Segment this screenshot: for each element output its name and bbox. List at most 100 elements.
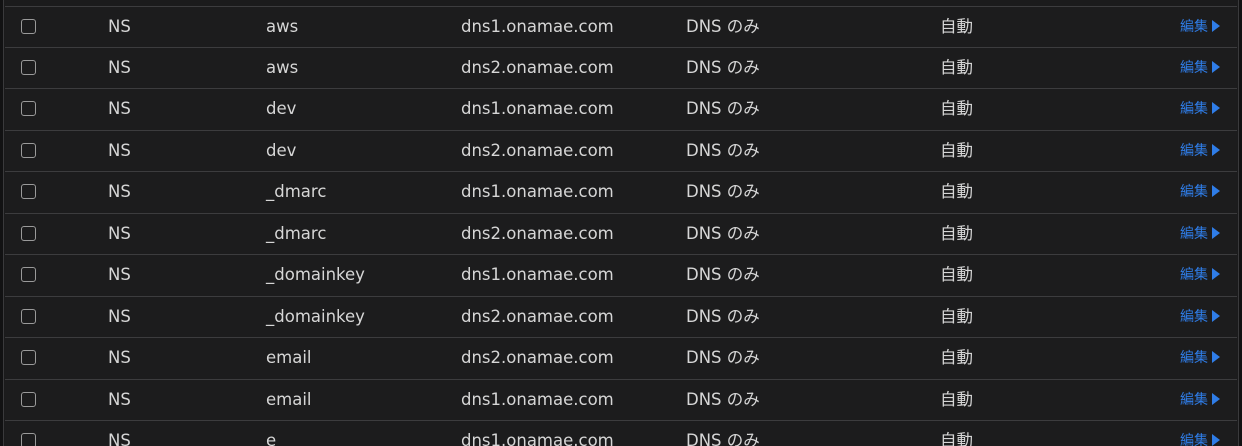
row-select-checkbox[interactable] bbox=[21, 184, 36, 199]
row-select-checkbox[interactable] bbox=[21, 433, 36, 446]
record-ttl: 自動 bbox=[940, 17, 973, 36]
row-select-checkbox[interactable] bbox=[21, 391, 36, 407]
edit-label: 編集 bbox=[1180, 184, 1208, 200]
record-type: NS bbox=[108, 99, 131, 118]
edit-link[interactable]: 編集 bbox=[1180, 48, 1220, 88]
record-host: aws bbox=[266, 57, 299, 77]
edit-link[interactable]: 編集 bbox=[1180, 338, 1220, 378]
record-value: dns1.onamae.com bbox=[461, 182, 614, 201]
edit-link[interactable]: 編集 bbox=[1180, 421, 1220, 446]
record-type: NS bbox=[108, 348, 131, 367]
row-select-checkbox[interactable] bbox=[21, 142, 36, 158]
record-host: _domainkey bbox=[266, 265, 365, 284]
record-value: dns1.onamae.com bbox=[461, 389, 614, 409]
table-row: NS dev dns2.onamae.com DNS のみ 自動 編集 bbox=[5, 130, 1237, 172]
record-host: dev bbox=[266, 99, 297, 118]
row-select-checkbox[interactable] bbox=[21, 350, 36, 365]
record-value: dns1.onamae.com bbox=[461, 431, 614, 446]
edit-link[interactable]: 編集 bbox=[1180, 380, 1220, 420]
edit-link[interactable]: 編集 bbox=[1180, 255, 1220, 295]
edit-link[interactable]: 編集 bbox=[1180, 214, 1220, 254]
table-row: NS _dmarc dns2.onamae.com DNS のみ 自動 編集 bbox=[5, 213, 1237, 255]
record-service: DNS のみ bbox=[686, 182, 760, 201]
table-row: NS _domainkey dns2.onamae.com DNS のみ 自動 … bbox=[5, 296, 1237, 338]
play-arrow-icon bbox=[1212, 351, 1220, 363]
record-ttl: 自動 bbox=[940, 223, 973, 243]
record-type: NS bbox=[108, 140, 131, 160]
edit-label: 編集 bbox=[1180, 350, 1208, 366]
table-row: NS aws dns1.onamae.com DNS のみ 自動 編集 bbox=[5, 6, 1237, 48]
record-ttl: 自動 bbox=[940, 99, 973, 118]
play-arrow-icon bbox=[1212, 434, 1220, 446]
record-value: dns1.onamae.com bbox=[461, 265, 614, 284]
record-value: dns2.onamae.com bbox=[461, 140, 614, 160]
play-arrow-icon bbox=[1212, 268, 1220, 280]
record-host: _domainkey bbox=[266, 306, 365, 326]
record-service: DNS のみ bbox=[686, 140, 760, 160]
record-type: NS bbox=[108, 431, 131, 446]
record-ttl: 自動 bbox=[940, 182, 973, 201]
edit-link[interactable]: 編集 bbox=[1180, 172, 1220, 212]
play-arrow-icon bbox=[1212, 226, 1220, 239]
record-service: DNS のみ bbox=[686, 265, 760, 284]
play-arrow-icon bbox=[1212, 20, 1220, 32]
record-ttl: 自動 bbox=[940, 57, 973, 77]
record-host: _dmarc bbox=[266, 182, 327, 201]
record-service: DNS のみ bbox=[686, 223, 760, 243]
record-host: e bbox=[266, 431, 277, 446]
record-host: dev bbox=[266, 140, 297, 160]
record-value: dns1.onamae.com bbox=[461, 99, 614, 118]
record-host: email bbox=[266, 389, 312, 409]
record-ttl: 自動 bbox=[940, 431, 973, 446]
row-select-checkbox[interactable] bbox=[21, 101, 36, 116]
record-service: DNS のみ bbox=[686, 57, 760, 77]
row-select-checkbox[interactable] bbox=[21, 59, 36, 75]
record-type: NS bbox=[108, 57, 131, 77]
edit-link[interactable]: 編集 bbox=[1180, 7, 1220, 47]
record-service: DNS のみ bbox=[686, 306, 760, 326]
row-select-checkbox[interactable] bbox=[21, 267, 36, 282]
edit-label: 編集 bbox=[1180, 391, 1208, 408]
record-value: dns2.onamae.com bbox=[461, 348, 614, 367]
edit-label: 編集 bbox=[1180, 267, 1208, 283]
play-arrow-icon bbox=[1212, 102, 1220, 114]
edit-label: 編集 bbox=[1180, 225, 1208, 242]
record-host: aws bbox=[266, 17, 299, 36]
edit-label: 編集 bbox=[1180, 19, 1208, 35]
edit-label: 編集 bbox=[1180, 59, 1208, 76]
row-select-checkbox[interactable] bbox=[21, 308, 36, 324]
play-arrow-icon bbox=[1212, 309, 1220, 322]
edit-label: 編集 bbox=[1180, 142, 1208, 159]
record-type: NS bbox=[108, 306, 131, 326]
table-frame-left bbox=[0, 0, 4, 446]
dns-records-table: NS aws dns1.onamae.com DNS のみ 自動 編集 NS a… bbox=[0, 0, 1242, 446]
record-service: DNS のみ bbox=[686, 17, 760, 36]
record-service: DNS のみ bbox=[686, 99, 760, 118]
table-frame-right bbox=[1238, 0, 1242, 446]
edit-link[interactable]: 編集 bbox=[1180, 297, 1220, 337]
table-row: NS e dns1.onamae.com DNS のみ 自動 編集 bbox=[5, 421, 1237, 446]
record-type: NS bbox=[108, 265, 131, 284]
table-row: NS aws dns2.onamae.com DNS のみ 自動 編集 bbox=[5, 47, 1237, 89]
table-row: NS email dns2.onamae.com DNS のみ 自動 編集 bbox=[5, 338, 1237, 380]
record-host: email bbox=[266, 348, 312, 367]
record-value: dns2.onamae.com bbox=[461, 223, 614, 243]
play-arrow-icon bbox=[1212, 60, 1220, 73]
play-arrow-icon bbox=[1212, 143, 1220, 156]
play-arrow-icon bbox=[1212, 185, 1220, 197]
record-value: dns2.onamae.com bbox=[461, 306, 614, 326]
edit-link[interactable]: 編集 bbox=[1180, 131, 1220, 171]
table-row: NS email dns1.onamae.com DNS のみ 自動 編集 bbox=[5, 379, 1237, 421]
record-value: dns1.onamae.com bbox=[461, 17, 614, 36]
row-select-checkbox[interactable] bbox=[21, 19, 36, 34]
table-row: NS dev dns1.onamae.com DNS のみ 自動 編集 bbox=[5, 89, 1237, 131]
record-type: NS bbox=[108, 223, 131, 243]
play-arrow-icon bbox=[1212, 392, 1220, 405]
row-select-checkbox[interactable] bbox=[21, 225, 36, 241]
record-ttl: 自動 bbox=[940, 306, 973, 326]
edit-link[interactable]: 編集 bbox=[1180, 89, 1220, 129]
table-row: NS _domainkey dns1.onamae.com DNS のみ 自動 … bbox=[5, 255, 1237, 297]
record-type: NS bbox=[108, 389, 131, 409]
record-host: _dmarc bbox=[266, 223, 327, 243]
record-type: NS bbox=[108, 182, 131, 201]
